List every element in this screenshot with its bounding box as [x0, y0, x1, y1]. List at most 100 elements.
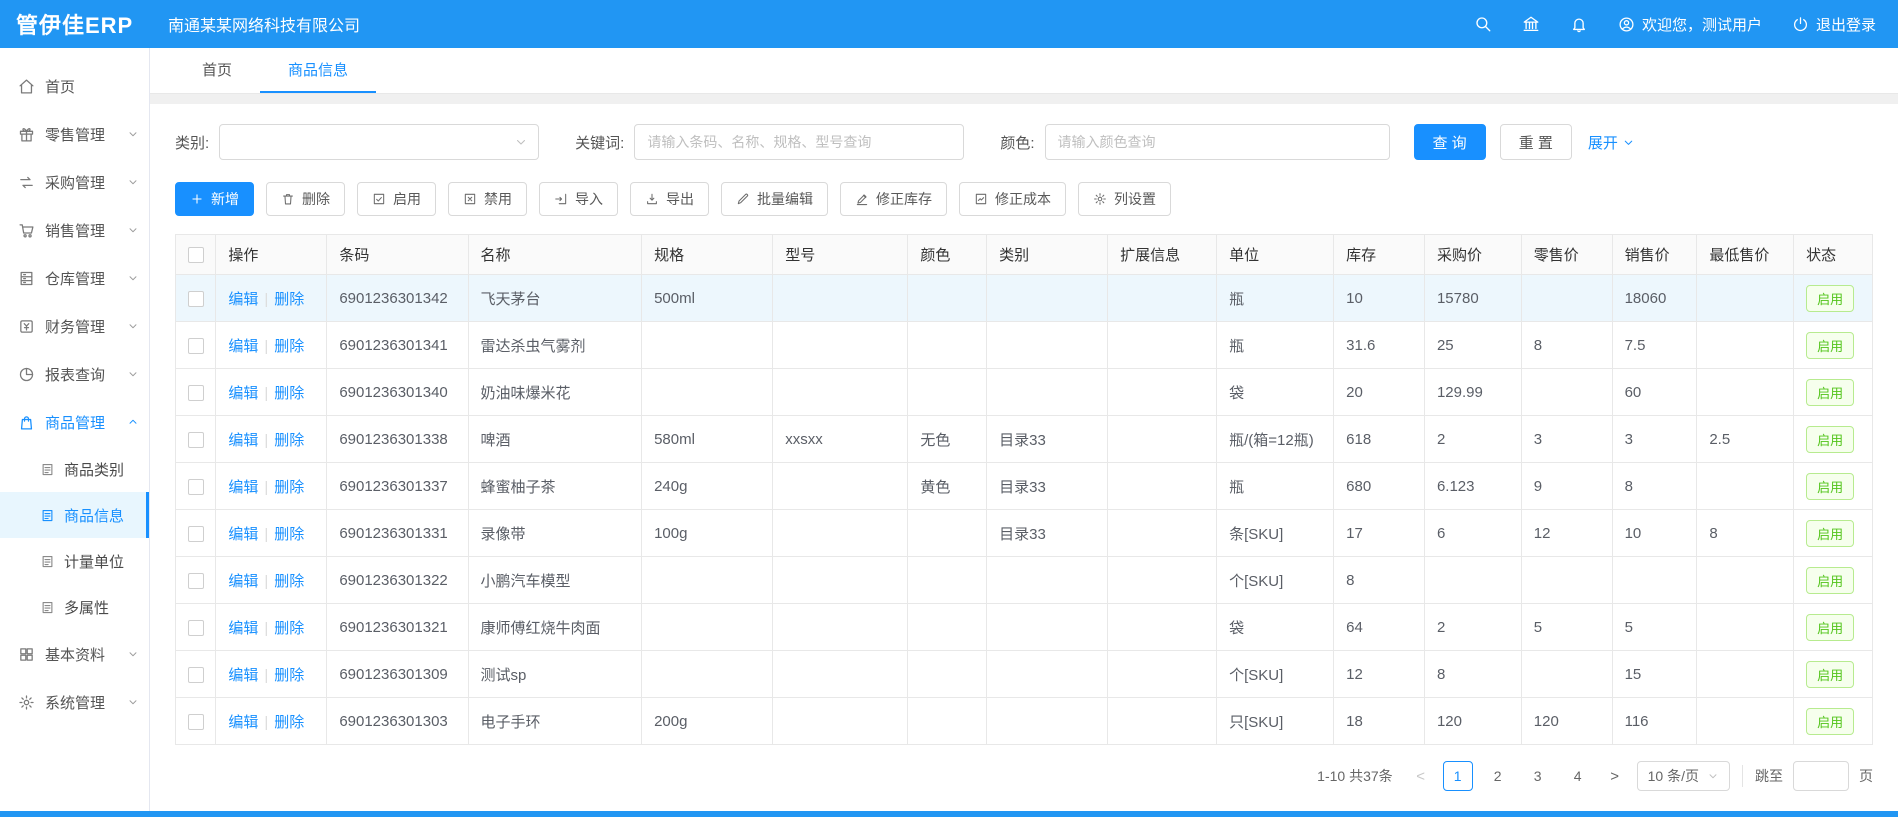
next-page-button[interactable]: > [1603, 768, 1627, 785]
row-checkbox[interactable] [188, 291, 204, 307]
sidebar-item-product[interactable]: 商品管理 [0, 398, 149, 446]
sidebar-item-basic-data[interactable]: 基本资料 [0, 630, 149, 678]
edit-link[interactable]: 编辑 [228, 291, 258, 308]
edit-link[interactable]: 编辑 [228, 338, 258, 355]
edit-link[interactable]: 编辑 [228, 667, 258, 684]
prev-page-button[interactable]: < [1409, 768, 1433, 785]
category-select[interactable] [219, 124, 539, 160]
page-button-2[interactable]: 2 [1483, 761, 1513, 791]
page-button-1[interactable]: 1 [1443, 761, 1473, 791]
export-button[interactable]: 导出 [630, 182, 709, 216]
sidebar-item-retail[interactable]: 零售管理 [0, 110, 149, 158]
delete-link[interactable]: 删除 [274, 479, 304, 496]
delete-link[interactable]: 删除 [274, 385, 304, 402]
edit-link[interactable]: 编辑 [228, 385, 258, 402]
bell-icon[interactable] [1570, 15, 1588, 33]
column-settings-button[interactable]: 列设置 [1078, 182, 1171, 216]
tab-product-info[interactable]: 商品信息 [260, 48, 376, 93]
cell-category [987, 698, 1108, 745]
sidebar-item-sales[interactable]: 销售管理 [0, 206, 149, 254]
cell-unit: 只[SKU] [1217, 698, 1334, 745]
enable-button[interactable]: 启用 [357, 182, 436, 216]
edit-link[interactable]: 编辑 [228, 479, 258, 496]
bank-icon[interactable] [1522, 15, 1540, 33]
edit-link[interactable]: 编辑 [228, 432, 258, 449]
cell-purchase: 25 [1424, 322, 1521, 369]
welcome-user[interactable]: 欢迎您，测试用户 [1618, 14, 1762, 35]
row-checkbox[interactable] [188, 479, 204, 495]
sidebar-item-multi-attribute[interactable]: 多属性 [0, 584, 149, 630]
disable-button[interactable]: 禁用 [448, 182, 527, 216]
company-name: 南通某某网络科技有限公司 [150, 12, 360, 36]
delete-button[interactable]: 删除 [266, 182, 345, 216]
cell-name: 蜂蜜柚子茶 [468, 463, 642, 510]
row-checkbox[interactable] [188, 338, 204, 354]
sidebar-subitem-label: 商品类别 [64, 459, 124, 480]
delete-link[interactable]: 删除 [274, 526, 304, 543]
sidebar-item-system[interactable]: 系统管理 [0, 678, 149, 726]
edit-link[interactable]: 编辑 [228, 573, 258, 590]
delete-link[interactable]: 删除 [274, 291, 304, 308]
sidebar-item-label: 首页 [45, 76, 75, 97]
cell-sale: 60 [1612, 369, 1697, 416]
chart-box-icon [974, 192, 988, 206]
cell-barcode: 6901236301303 [327, 698, 468, 745]
sidebar-item-label: 基本资料 [45, 644, 105, 665]
expand-link[interactable]: 展开 [1588, 132, 1635, 153]
edit-icon [736, 192, 750, 206]
sidebar-item-report[interactable]: 报表查询 [0, 350, 149, 398]
cell-unit: 瓶 [1217, 322, 1334, 369]
delete-link[interactable]: 删除 [274, 667, 304, 684]
fix-cost-button[interactable]: 修正成本 [959, 182, 1066, 216]
table-row: 编辑|删除6901236301340奶油味爆米花袋20129.9960启用 [176, 369, 1873, 416]
edit-link[interactable]: 编辑 [228, 620, 258, 637]
delete-link[interactable]: 删除 [274, 338, 304, 355]
search-icon[interactable] [1474, 15, 1492, 33]
import-button[interactable]: 导入 [539, 182, 618, 216]
sidebar-item-measure-unit[interactable]: 计量单位 [0, 538, 149, 584]
cell-ext [1108, 604, 1217, 651]
select-all-checkbox[interactable] [188, 247, 204, 263]
fix-stock-button[interactable]: 修正库存 [840, 182, 947, 216]
batch-edit-button[interactable]: 批量编辑 [721, 182, 828, 216]
cell-actions: 编辑|删除 [216, 698, 327, 745]
sidebar-item-home[interactable]: 首页 [0, 62, 149, 110]
row-checkbox[interactable] [188, 620, 204, 636]
sidebar-item-finance[interactable]: 财务管理 [0, 302, 149, 350]
cell-name: 飞天茅台 [468, 275, 642, 322]
row-checkbox[interactable] [188, 526, 204, 542]
color-input[interactable] [1045, 124, 1390, 160]
delete-link[interactable]: 删除 [274, 714, 304, 731]
cell-actions: 编辑 | 删除 [216, 651, 327, 698]
search-button[interactable]: 查 询 [1414, 124, 1486, 160]
edit-link[interactable]: 编辑 [228, 714, 258, 731]
cell-color [908, 510, 987, 557]
page-button-4[interactable]: 4 [1563, 761, 1593, 791]
link-separator: | [264, 667, 268, 684]
row-checkbox[interactable] [188, 667, 204, 683]
delete-link[interactable]: 删除 [274, 432, 304, 449]
cell-ext [1108, 698, 1217, 745]
cell-model [773, 275, 908, 322]
sidebar-item-product-category[interactable]: 商品类别 [0, 446, 149, 492]
cell-ext [1108, 416, 1217, 463]
keyword-input[interactable] [634, 124, 964, 160]
logout-button[interactable]: 退出登录 [1792, 14, 1876, 35]
add-button[interactable]: 新增 [175, 182, 254, 216]
reset-button[interactable]: 重 置 [1500, 124, 1572, 160]
sidebar-item-warehouse[interactable]: 仓库管理 [0, 254, 149, 302]
toolbar-button-label: 新增 [211, 189, 239, 209]
page-button-3[interactable]: 3 [1523, 761, 1553, 791]
row-checkbox[interactable] [188, 385, 204, 401]
sidebar-item-purchase[interactable]: 采购管理 [0, 158, 149, 206]
page-size-select[interactable]: 10 条/页 [1637, 761, 1730, 791]
delete-link[interactable]: 删除 [274, 573, 304, 590]
row-checkbox[interactable] [188, 432, 204, 448]
sidebar-item-product-info[interactable]: 商品信息 [0, 492, 149, 538]
edit-link[interactable]: 编辑 [228, 526, 258, 543]
row-checkbox[interactable] [188, 714, 204, 730]
row-checkbox[interactable] [188, 573, 204, 589]
delete-link[interactable]: 删除 [274, 620, 304, 637]
tab-home[interactable]: 首页 [174, 48, 260, 93]
jump-page-input[interactable] [1793, 761, 1849, 791]
